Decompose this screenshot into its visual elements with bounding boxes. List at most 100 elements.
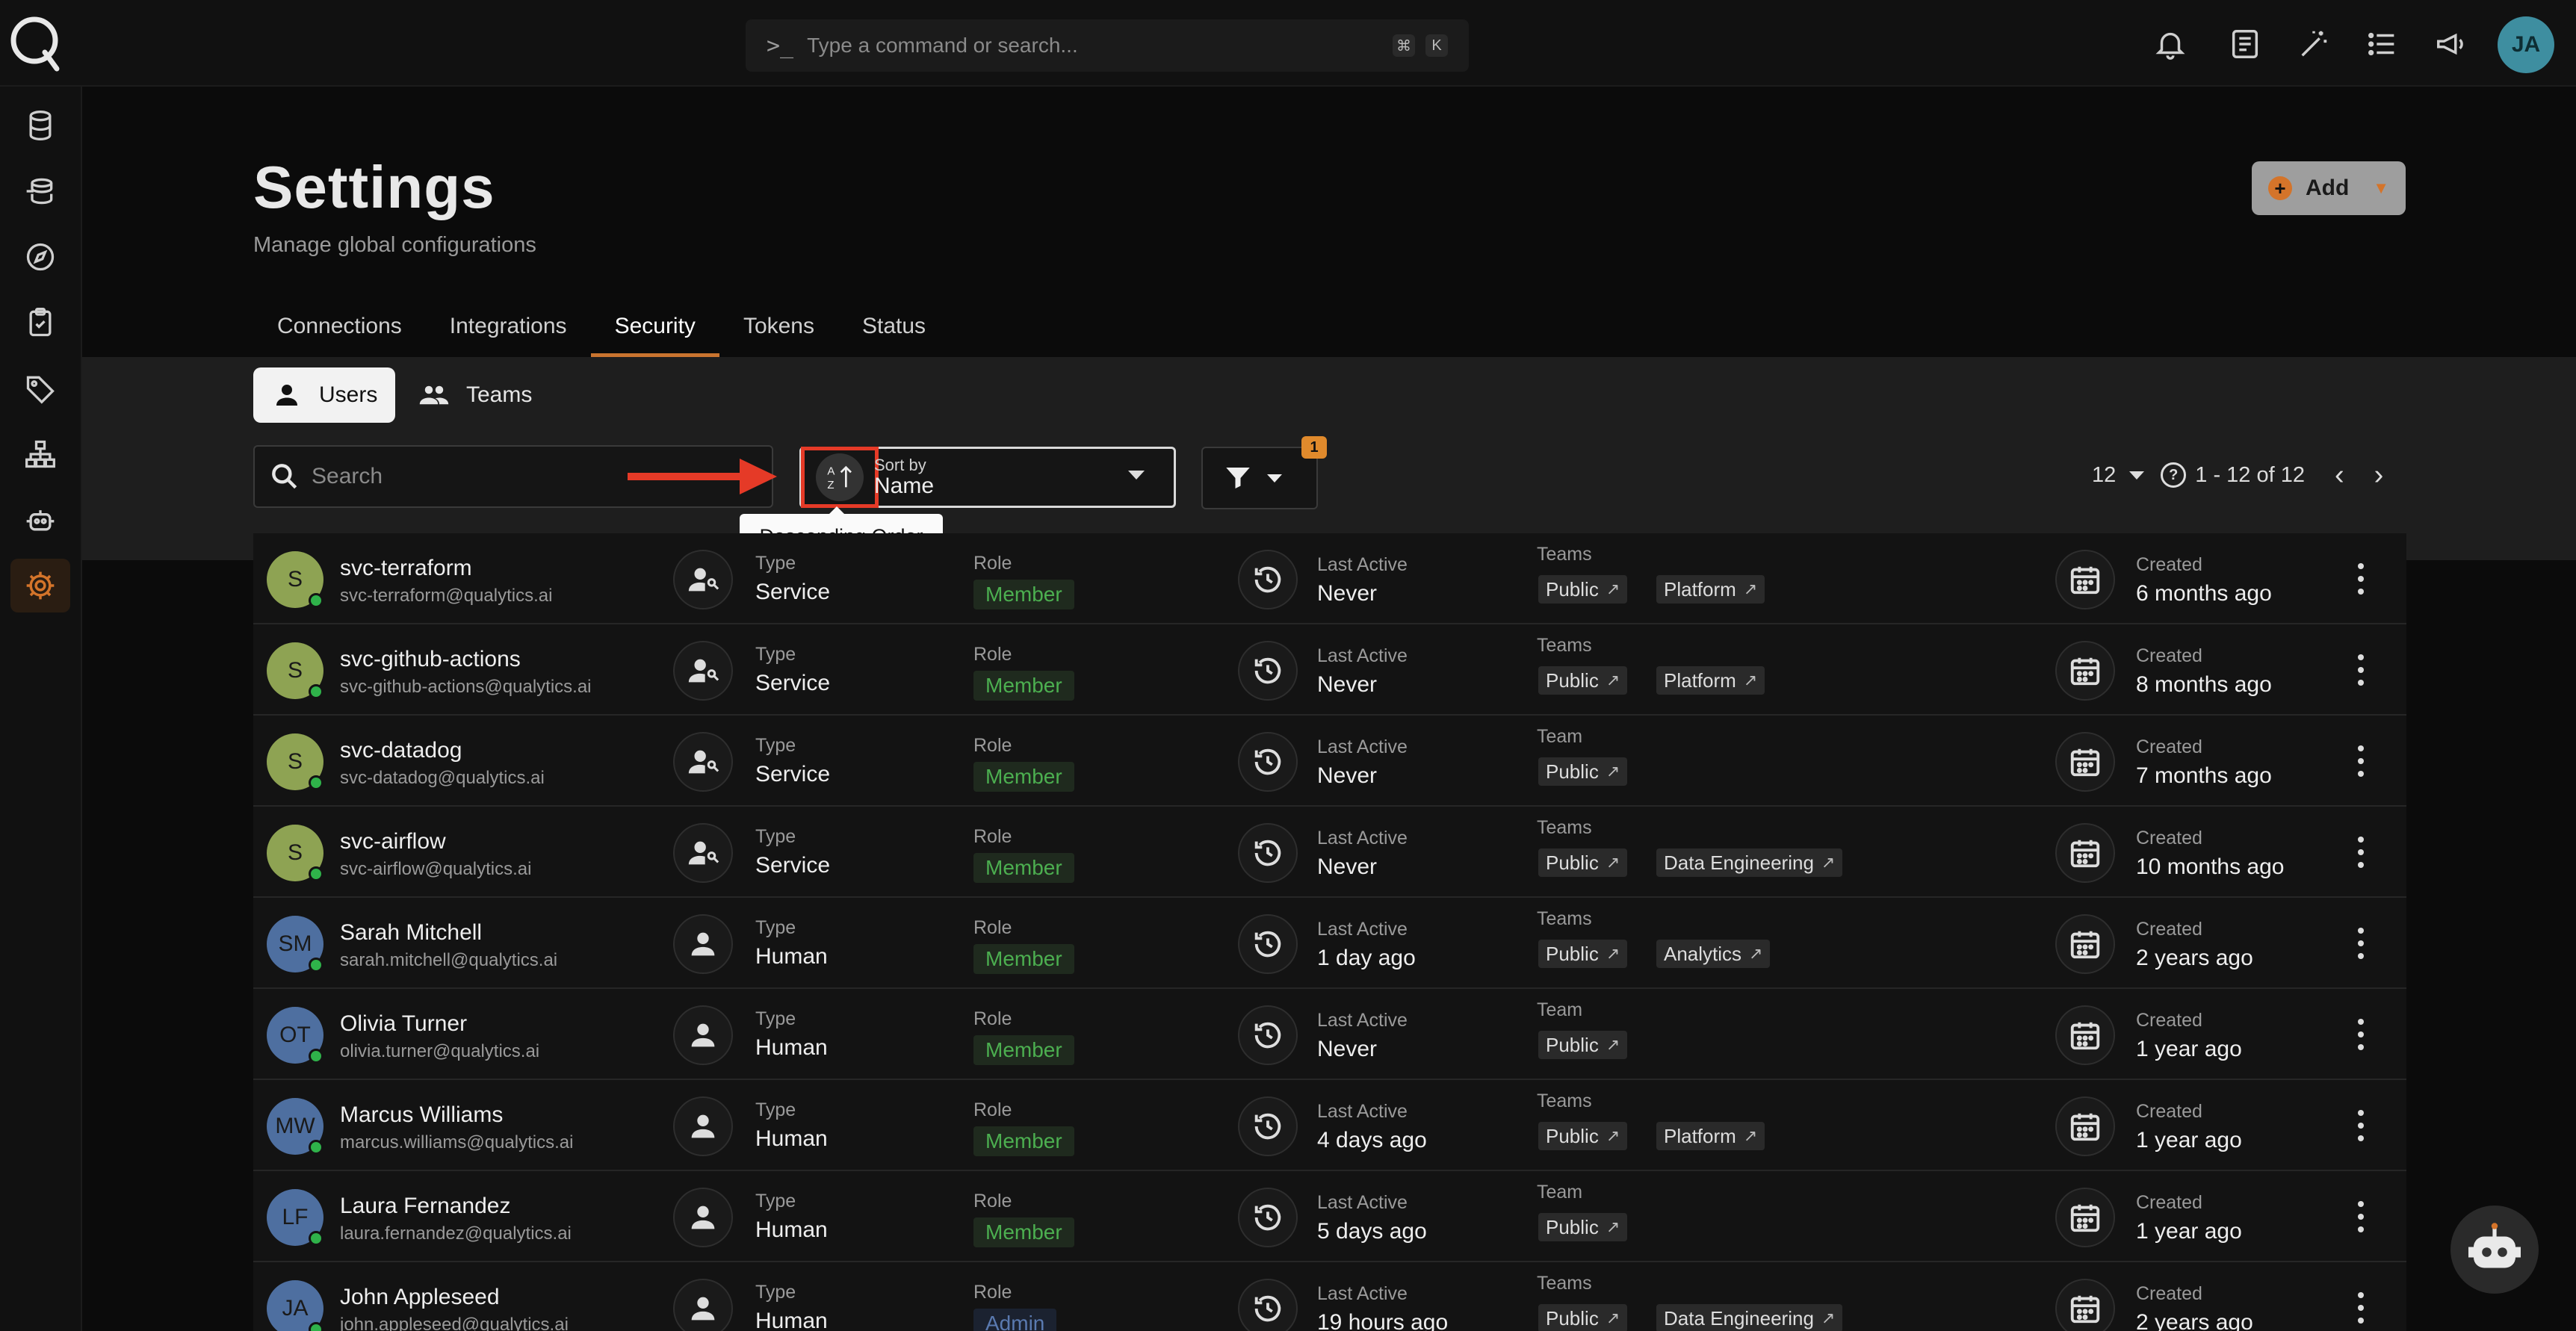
avatar: JA bbox=[267, 1280, 323, 1331]
magic-wand-icon[interactable] bbox=[2297, 27, 2331, 61]
list-icon[interactable] bbox=[2365, 27, 2400, 61]
shortcut-key-k: K bbox=[1425, 34, 1448, 57]
sidebar-item-flows[interactable] bbox=[10, 164, 70, 218]
filter-button[interactable] bbox=[1201, 447, 1318, 509]
tab-security[interactable]: Security bbox=[590, 299, 719, 357]
created-label: Created bbox=[2136, 1010, 2202, 1031]
more-options-icon[interactable] bbox=[2350, 742, 2372, 780]
bell-icon[interactable] bbox=[2153, 27, 2188, 61]
teams-segment[interactable]: Teams bbox=[418, 367, 532, 423]
type-value: Human bbox=[755, 944, 828, 969]
team-chip[interactable]: Public ↗ bbox=[1538, 575, 1628, 604]
team-chip[interactable]: Analytics ↗ bbox=[1656, 940, 1771, 968]
more-options-icon[interactable] bbox=[2350, 560, 2372, 598]
service-account-icon bbox=[673, 732, 733, 792]
role-label: Role bbox=[973, 1282, 1012, 1303]
caret-down-icon[interactable] bbox=[2129, 471, 2145, 480]
tab-integrations[interactable]: Integrations bbox=[426, 299, 591, 357]
team-chip[interactable]: Public ↗ bbox=[1538, 757, 1628, 786]
table-row[interactable]: JA John Appleseed john.appleseed@qualyti… bbox=[253, 1262, 2406, 1331]
last-active-value: Never bbox=[1317, 1037, 1378, 1061]
created-label: Created bbox=[2136, 645, 2202, 666]
team-chip[interactable]: Public ↗ bbox=[1538, 666, 1628, 695]
user-avatar[interactable]: JA bbox=[2498, 16, 2554, 73]
sort-order-button[interactable]: A Z bbox=[801, 447, 879, 508]
sidebar-item-tags[interactable] bbox=[10, 362, 70, 415]
more-options-icon[interactable] bbox=[2350, 651, 2372, 689]
table-row[interactable]: LF Laura Fernandez laura.fernandez@qualy… bbox=[253, 1171, 2406, 1262]
table-row[interactable]: S svc-terraform svc-terraform@qualytics.… bbox=[253, 533, 2406, 624]
table-row[interactable]: OT Olivia Turner olivia.turner@qualytics… bbox=[253, 989, 2406, 1080]
calendar-icon bbox=[2055, 732, 2115, 792]
team-chip[interactable]: Platform ↗ bbox=[1656, 666, 1765, 695]
per-page-value[interactable]: 12 bbox=[2092, 463, 2116, 488]
chevron-right-icon[interactable]: › bbox=[2374, 459, 2384, 491]
gear-icon bbox=[26, 571, 55, 600]
team-chip[interactable]: Public ↗ bbox=[1538, 848, 1628, 877]
team-chip[interactable]: Public ↗ bbox=[1538, 940, 1628, 968]
calendar-icon bbox=[2055, 914, 2115, 974]
document-icon[interactable] bbox=[2228, 27, 2262, 61]
tab-tokens[interactable]: Tokens bbox=[719, 299, 838, 357]
command-search[interactable]: >_ Type a command or search... ⌘ K bbox=[746, 19, 1469, 72]
user-name[interactable]: Laura Fernandez bbox=[340, 1194, 511, 1219]
sidebar-item-hierarchy[interactable] bbox=[10, 427, 70, 481]
more-options-icon[interactable] bbox=[2350, 1107, 2372, 1144]
megaphone-icon[interactable] bbox=[2434, 27, 2468, 61]
more-options-icon[interactable] bbox=[2350, 834, 2372, 871]
user-name[interactable]: Sarah Mitchell bbox=[340, 920, 482, 946]
chevron-left-icon[interactable]: ‹ bbox=[2335, 459, 2344, 491]
team-chip[interactable]: Platform ↗ bbox=[1656, 1122, 1765, 1150]
role-badge: Member bbox=[973, 944, 1074, 974]
user-name[interactable]: Olivia Turner bbox=[340, 1011, 467, 1037]
online-status-dot bbox=[309, 1322, 323, 1331]
tab-connections[interactable]: Connections bbox=[253, 299, 426, 357]
table-row[interactable]: S svc-airflow svc-airflow@qualytics.ai T… bbox=[253, 807, 2406, 898]
sidebar-item-settings[interactable] bbox=[10, 559, 70, 612]
team-chip[interactable]: Public ↗ bbox=[1538, 1213, 1628, 1241]
user-name[interactable]: svc-terraform bbox=[340, 556, 472, 581]
service-account-icon bbox=[673, 823, 733, 883]
user-name[interactable]: svc-github-actions bbox=[340, 647, 521, 672]
team-chip[interactable]: Public ↗ bbox=[1538, 1304, 1628, 1331]
user-name[interactable]: Marcus Williams bbox=[340, 1102, 503, 1128]
more-options-icon[interactable] bbox=[2350, 1289, 2372, 1327]
tab-status[interactable]: Status bbox=[838, 299, 950, 357]
table-row[interactable]: S svc-github-actions svc-github-actions@… bbox=[253, 624, 2406, 716]
team-chip[interactable]: Public ↗ bbox=[1538, 1031, 1628, 1059]
sidebar-item-explore[interactable] bbox=[10, 230, 70, 284]
teams-label: Teams bbox=[1537, 544, 1592, 565]
user-name[interactable]: John Appleseed bbox=[340, 1285, 500, 1310]
user-email: svc-airflow@qualytics.ai bbox=[340, 859, 532, 879]
more-options-icon[interactable] bbox=[2350, 1198, 2372, 1235]
sidebar-item-agents[interactable] bbox=[10, 493, 70, 547]
team-chip-label: Public bbox=[1546, 1215, 1599, 1238]
team-chip[interactable]: Platform ↗ bbox=[1656, 575, 1765, 604]
last-active-value: Never bbox=[1317, 581, 1378, 606]
more-options-icon[interactable] bbox=[2350, 925, 2372, 962]
table-row[interactable]: SM Sarah Mitchell sarah.mitchell@qualyti… bbox=[253, 898, 2406, 989]
team-chip[interactable]: Public ↗ bbox=[1538, 1122, 1628, 1150]
calendar-icon bbox=[2055, 1279, 2115, 1331]
sort-by-label: Sort by bbox=[874, 456, 926, 474]
table-row[interactable]: S svc-datadog svc-datadog@qualytics.ai T… bbox=[253, 716, 2406, 807]
teams-label: Teams bbox=[1537, 635, 1592, 656]
team-chip[interactable]: Data Engineering ↗ bbox=[1656, 1304, 1843, 1331]
user-name[interactable]: svc-datadog bbox=[340, 738, 462, 763]
help-icon[interactable]: ? bbox=[2161, 462, 2187, 488]
users-segment[interactable]: Users bbox=[253, 367, 395, 423]
app-logo-icon[interactable] bbox=[9, 13, 63, 73]
caret-down-icon[interactable] bbox=[1128, 471, 1145, 480]
last-active-value: Never bbox=[1317, 763, 1378, 788]
add-button[interactable]: + Add ▼ bbox=[2252, 161, 2406, 215]
sidebar-item-checks[interactable] bbox=[10, 296, 70, 350]
team-chip[interactable]: Data Engineering ↗ bbox=[1656, 848, 1843, 877]
page-title: Settings bbox=[253, 154, 495, 220]
teams-label: Teams bbox=[1537, 1090, 1592, 1111]
table-row[interactable]: MW Marcus Williams marcus.williams@qualy… bbox=[253, 1080, 2406, 1171]
sidebar-item-datastores[interactable] bbox=[10, 99, 70, 152]
assistant-robot-button[interactable] bbox=[2450, 1206, 2539, 1294]
more-options-icon[interactable] bbox=[2350, 1016, 2372, 1053]
avatar-initials: S bbox=[287, 567, 303, 592]
user-name[interactable]: svc-airflow bbox=[340, 829, 446, 854]
